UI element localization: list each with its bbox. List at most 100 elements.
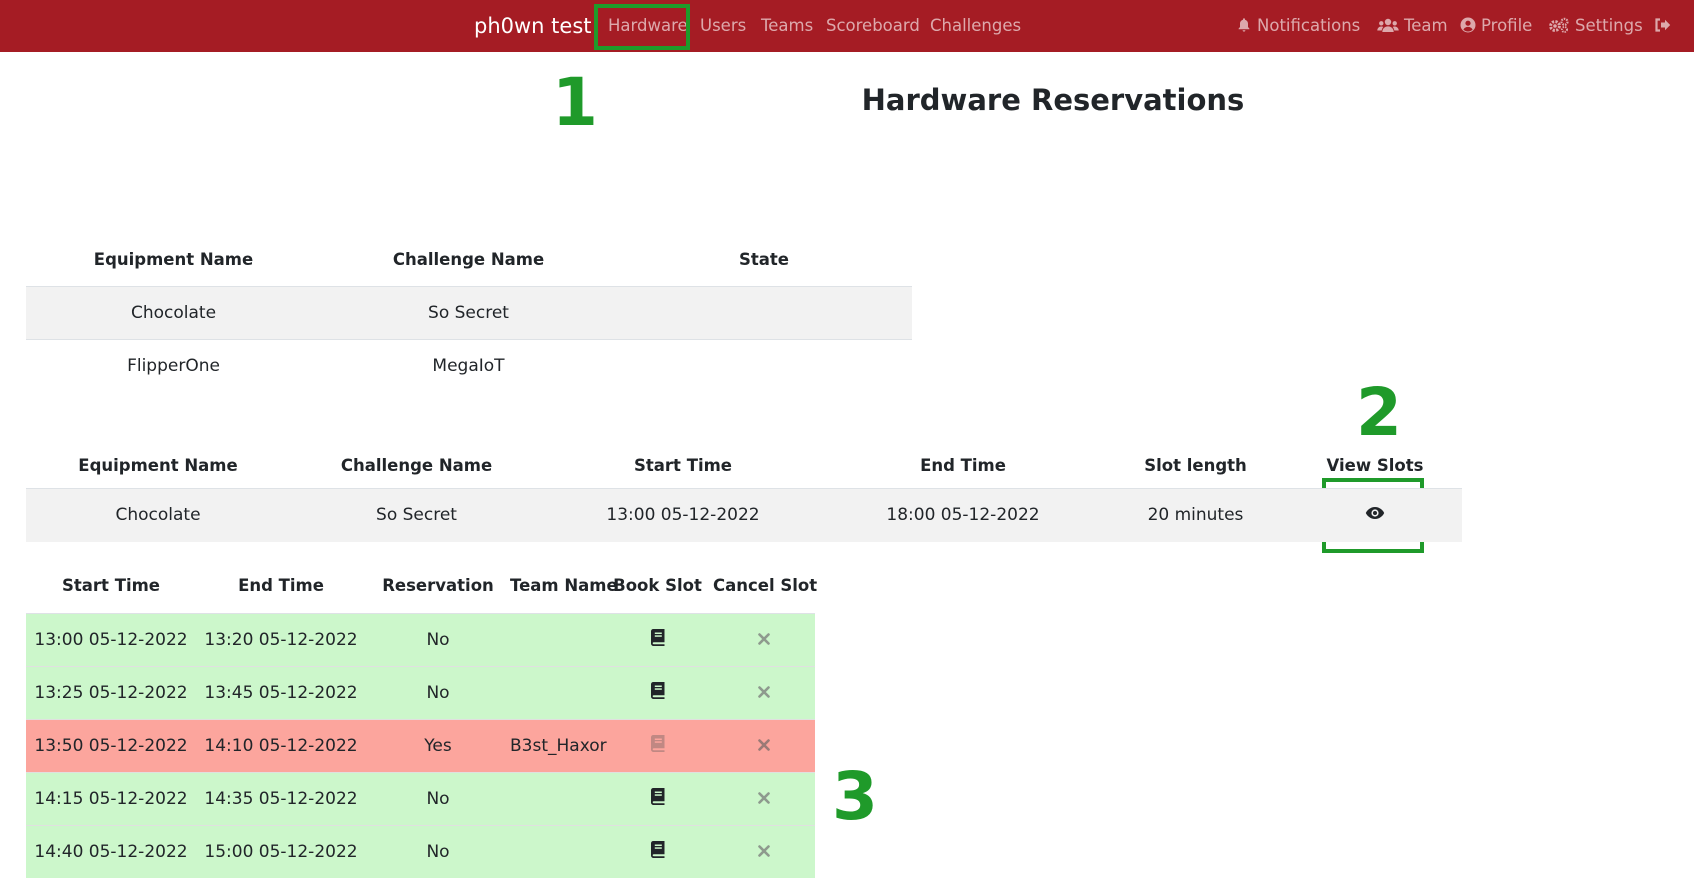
brand-title[interactable]: ph0wn test <box>474 13 592 39</box>
cell-reservation: No <box>366 824 510 878</box>
column-header-view-slots: View Slots <box>1288 444 1462 489</box>
cell-team-name <box>510 771 602 825</box>
cell-team-name <box>510 612 602 666</box>
times-icon <box>758 791 770 804</box>
slot-row: 13:50 05-12-2022 14:10 05-12-2022 Yes B3… <box>26 718 815 772</box>
book-slot-button[interactable] <box>650 787 665 805</box>
book-slot-button <box>650 734 665 752</box>
column-header-team-name: Team Name <box>510 558 618 614</box>
view-slots-button[interactable] <box>1365 506 1385 520</box>
nav-scoreboard[interactable]: Scoreboard <box>826 15 920 37</box>
cell-state <box>616 286 912 339</box>
cell-reservation: No <box>366 612 510 666</box>
column-header-slot-length: Slot length <box>1103 444 1288 489</box>
cancel-slot-button[interactable] <box>758 632 770 645</box>
nav-team-label: Team <box>1404 16 1448 35</box>
nav-users[interactable]: Users <box>700 15 746 37</box>
cell-start-time: 14:40 05-12-2022 <box>26 824 196 878</box>
cell-start-time: 13:00 05-12-2022 <box>26 612 196 666</box>
nav-teams[interactable]: Teams <box>761 15 813 37</box>
column-header-state: State <box>616 234 912 287</box>
column-header-book-slot: Book Slot <box>602 558 713 614</box>
column-header-start-time: Start Time <box>543 444 823 489</box>
nav-profile-label: Profile <box>1481 16 1533 35</box>
slot-row: 14:40 05-12-2022 15:00 05-12-2022 No <box>26 824 815 878</box>
cell-challenge: So Secret <box>290 488 543 542</box>
cancel-slot-button[interactable] <box>758 685 770 698</box>
cell-book-slot <box>602 771 713 825</box>
nav-notifications-label: Notifications <box>1257 16 1361 35</box>
nav-challenges[interactable]: Challenges <box>930 15 1021 37</box>
cell-book-slot <box>602 824 713 878</box>
cell-state <box>616 339 912 392</box>
cell-end-time: 15:00 05-12-2022 <box>196 824 366 878</box>
cell-cancel-slot <box>713 771 815 825</box>
column-header-end-time: End Time <box>196 558 366 614</box>
cell-slot-length: 20 minutes <box>1103 488 1288 542</box>
book-slot-button[interactable] <box>650 840 665 858</box>
book-icon <box>650 840 664 858</box>
column-header-cancel-slot: Cancel Slot <box>713 558 817 614</box>
nav-settings[interactable]: Settings <box>1548 15 1643 37</box>
cell-book-slot <box>602 612 713 666</box>
cell-end-time: 14:35 05-12-2022 <box>196 771 366 825</box>
book-icon <box>650 681 664 699</box>
column-header-end-time: End Time <box>823 444 1103 489</box>
book-slot-button[interactable] <box>650 681 665 699</box>
times-icon <box>758 685 770 698</box>
cell-challenge: MegaIoT <box>432 355 505 376</box>
cell-end-time: 13:45 05-12-2022 <box>196 665 366 719</box>
cell-equipment: Chocolate <box>26 286 321 339</box>
book-icon <box>650 787 664 805</box>
bell-icon <box>1238 18 1250 32</box>
times-icon <box>758 632 770 645</box>
cell-start-time: 13:50 05-12-2022 <box>26 718 196 772</box>
cancel-slot-button[interactable] <box>758 738 770 751</box>
nav-settings-label: Settings <box>1575 16 1643 35</box>
nav-notifications[interactable]: Notifications <box>1236 15 1360 37</box>
cell-equipment: Chocolate <box>26 488 290 542</box>
column-header-start-time: Start Time <box>26 558 196 614</box>
cell-end-time: 14:10 05-12-2022 <box>196 718 366 772</box>
annotation-number-3: 3 <box>832 758 878 835</box>
nav-logout[interactable] <box>1654 15 1676 37</box>
table-header-row: Start Time End Time Reservation Team Nam… <box>26 558 817 614</box>
cell-view-slots <box>1288 488 1462 542</box>
table-row: FlipperOne MegaIoT <box>26 339 912 392</box>
cogs-icon <box>1549 17 1569 33</box>
cell-challenge: So Secret <box>321 286 616 339</box>
cell-book-slot <box>602 665 713 719</box>
cancel-slot-button[interactable] <box>758 791 770 804</box>
book-slot-button[interactable] <box>650 628 665 646</box>
nav-profile[interactable]: Profile <box>1460 15 1532 37</box>
slots-table: Start Time End Time Reservation Team Nam… <box>26 558 817 878</box>
times-icon <box>758 844 770 857</box>
cell-team-name: B3st_Haxor <box>510 718 607 772</box>
cell-book-slot <box>602 718 713 772</box>
nav-team[interactable]: Team <box>1377 15 1448 37</box>
slot-row: 13:25 05-12-2022 13:45 05-12-2022 No <box>26 665 815 719</box>
page-title: Hardware Reservations <box>861 83 1245 117</box>
cell-reservation: Yes <box>366 718 510 772</box>
column-header-reservation: Reservation <box>366 558 510 614</box>
column-header-equipment-name: Equipment Name <box>26 444 290 489</box>
table-row: Chocolate So Secret 13:00 05-12-2022 18:… <box>26 488 1462 542</box>
column-header-challenge-name: Challenge Name <box>321 234 616 287</box>
table-row: Chocolate So Secret <box>26 286 912 339</box>
column-header-challenge-name: Challenge Name <box>290 444 543 489</box>
cell-team-name <box>510 824 602 878</box>
users-icon <box>1377 18 1399 32</box>
cell-start-time: 14:15 05-12-2022 <box>26 771 196 825</box>
user-circle-icon <box>1460 17 1476 33</box>
cancel-slot-button[interactable] <box>758 844 770 857</box>
eye-icon <box>1365 507 1385 520</box>
table-header-row: Equipment Name Challenge Name Start Time… <box>26 444 1462 489</box>
highlight-box-hardware <box>594 4 690 50</box>
cell-team-name <box>510 665 602 719</box>
cell-end-time: 18:00 05-12-2022 <box>823 488 1103 542</box>
cell-start-time: 13:25 05-12-2022 <box>26 665 196 719</box>
table-header-row: Equipment Name Challenge Name State <box>26 234 912 287</box>
hardware-schedule-table: Equipment Name Challenge Name Start Time… <box>26 444 1462 542</box>
cell-cancel-slot <box>713 665 815 719</box>
cell-start-time: 13:00 05-12-2022 <box>543 488 823 542</box>
